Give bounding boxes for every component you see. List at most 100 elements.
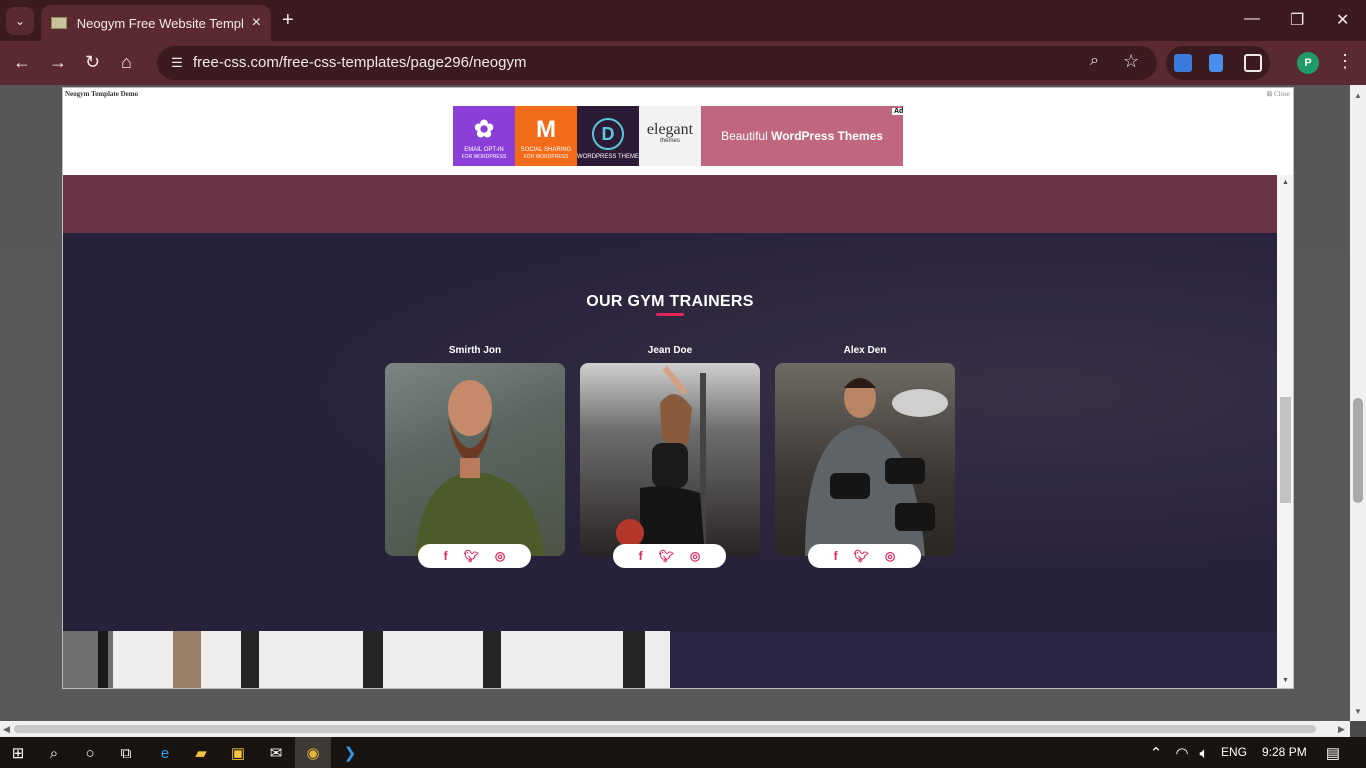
search-icon[interactable]: ⌕ <box>44 743 64 763</box>
ad-tile-divi[interactable]: D WORDPRESS THEME <box>577 106 639 166</box>
restore-icon[interactable]: ❐ <box>1290 10 1304 30</box>
facebook-icon[interactable]: f <box>834 549 838 563</box>
next-section-panel <box>670 631 1277 688</box>
ad-tile-elegant[interactable]: elegant themes <box>639 106 701 166</box>
scroll-up-icon[interactable]: ▲ <box>1282 179 1289 186</box>
ad-banner-text[interactable]: Beautiful WordPress Themes <box>701 106 903 166</box>
page-vertical-scrollbar[interactable]: ▲ ▼ <box>1350 85 1366 721</box>
iframe-scrollbar[interactable]: ▲ ▼ <box>1277 175 1293 688</box>
store-icon[interactable]: ▣ <box>228 743 248 763</box>
active-tab[interactable]: Neogym Free Website Template × <box>41 5 271 41</box>
twitter-icon[interactable]: 🐦︎ <box>854 549 869 563</box>
ad-tile-label: SOCIAL SHARING <box>520 147 572 153</box>
notifications-icon[interactable]: ▤ <box>1323 743 1343 763</box>
page-scroll-thumb[interactable] <box>1353 398 1363 503</box>
file-explorer-icon[interactable]: ▰ <box>191 743 211 763</box>
ad-tile-social-sharing[interactable]: M SOCIAL SHARING FOR WORDPRESS <box>515 106 577 166</box>
new-tab-button[interactable]: + <box>282 9 294 32</box>
hero-bottom-strip <box>63 175 1277 233</box>
page-horizontal-scrollbar[interactable]: ◀ ▶ <box>0 721 1350 737</box>
edge-icon[interactable]: e <box>155 743 175 763</box>
title-underline <box>656 313 684 316</box>
iframe-scroll-thumb[interactable] <box>1280 397 1291 503</box>
page-hscroll-thumb[interactable] <box>14 725 1316 733</box>
trainer-photo <box>580 363 760 556</box>
trainer-name: Smirth Jon <box>448 345 502 356</box>
window-frames-illustration <box>63 631 645 688</box>
twitter-icon[interactable]: 🐦︎ <box>464 549 479 563</box>
close-window-icon[interactable]: ✕ <box>1336 10 1349 30</box>
ad-banner-prefix: Beautiful <box>721 129 768 143</box>
browser-menu-icon[interactable]: ⋮ <box>1336 51 1354 72</box>
task-view-icon[interactable]: ⧉ <box>116 743 136 763</box>
ad-tile-label: EMAIL OPT-IN <box>464 147 504 153</box>
vscode-icon[interactable]: ❯ <box>340 743 360 763</box>
scroll-up-icon[interactable]: ▲ <box>1354 91 1362 100</box>
forward-icon[interactable]: → <box>49 52 67 73</box>
instagram-icon[interactable]: ◎ <box>690 549 700 563</box>
template-iframe: OUR GYM TRAINERS Smirth Jon f 🐦︎ ◎ Jean … <box>63 175 1277 688</box>
site-info-icon[interactable]: ☰ <box>165 51 189 75</box>
mail-icon[interactable]: ✉ <box>266 743 286 763</box>
facebook-icon[interactable]: f <box>444 549 448 563</box>
clock[interactable]: 9:28 PM <box>1262 745 1307 759</box>
docs-extension-icon[interactable] <box>1209 54 1223 72</box>
windows-start-icon[interactable]: ⊞ <box>8 743 28 763</box>
tray-overflow-icon[interactable]: ⌃ <box>1146 743 1166 763</box>
browser-toolbar: ← → ↻ ⌂ ☰ free-css.com/free-css-template… <box>0 41 1366 85</box>
language-indicator[interactable]: ENG <box>1221 745 1247 759</box>
ad-tile-sub: FOR WORDPRESS <box>461 154 507 160</box>
trainer-name: Alex Den <box>843 345 887 356</box>
next-section-image <box>63 631 670 688</box>
ad-tile-sub: FOR WORDPRESS <box>523 154 569 160</box>
wifi-icon[interactable]: ◠ <box>1172 743 1192 763</box>
instagram-icon[interactable]: ◎ <box>495 549 505 563</box>
facebook-icon[interactable]: f <box>639 549 643 563</box>
scroll-down-icon[interactable]: ▼ <box>1282 677 1289 684</box>
ad-tile-label: WORDPRESS THEME <box>577 154 639 160</box>
scroll-right-icon[interactable]: ▶ <box>1338 724 1345 735</box>
extensions-group <box>1166 46 1270 80</box>
zoom-icon[interactable]: ⌕ <box>1090 52 1099 70</box>
bearded-man-illustration <box>415 380 545 556</box>
profile-avatar[interactable]: P <box>1297 52 1319 74</box>
elegant-logo-sub: themes <box>660 138 680 144</box>
man-dumbbells-illustration <box>805 378 948 556</box>
demo-bar-title: Neogym Template Demo <box>65 90 139 98</box>
demo-close-link[interactable]: ⊠ Close <box>1266 90 1290 98</box>
scroll-left-icon[interactable]: ◀ <box>3 724 10 735</box>
twitter-icon[interactable]: 🐦︎ <box>659 549 674 563</box>
section-title: OUR GYM TRAINERS <box>586 293 754 310</box>
scroll-down-icon[interactable]: ▼ <box>1354 707 1362 716</box>
tab-strip: ⌄ Neogym Free Website Template × + — ❐ ✕ <box>0 0 1366 41</box>
back-icon[interactable]: ← <box>13 52 31 73</box>
chevron-down-icon: ⌄ <box>14 14 26 28</box>
trainer-name: Jean Doe <box>647 345 693 356</box>
ad-tile-email-optin[interactable]: ✿ EMAIL OPT-IN FOR WORDPRESS <box>453 106 515 166</box>
ad-badge[interactable]: Ad <box>892 108 906 115</box>
home-icon[interactable]: ⌂ <box>121 52 132 73</box>
advertisement-banner[interactable]: ✿ EMAIL OPT-IN FOR WORDPRESS M SOCIAL SH… <box>453 106 903 166</box>
instagram-icon[interactable]: ◎ <box>885 549 895 563</box>
address-bar[interactable]: ☰ free-css.com/free-css-templates/page29… <box>157 46 1157 80</box>
bookmark-star-icon[interactable]: ☆ <box>1123 51 1139 72</box>
cortana-icon[interactable]: ○ <box>80 743 100 763</box>
tab-search-button[interactable]: ⌄ <box>6 7 34 35</box>
woman-training-illustration <box>616 366 706 556</box>
url-text[interactable]: free-css.com/free-css-templates/page296/… <box>193 54 526 71</box>
translate-extension-icon[interactable] <box>1174 54 1192 72</box>
trainer-social-bar: f 🐦︎ ◎ <box>418 544 531 568</box>
trainers-section: OUR GYM TRAINERS Smirth Jon f 🐦︎ ◎ Jean … <box>63 233 1277 631</box>
monarch-logo-icon: M <box>536 116 556 143</box>
minimize-icon[interactable]: — <box>1244 10 1260 28</box>
favicon-icon <box>51 17 67 29</box>
ad-banner-bold: WordPress Themes <box>771 129 883 143</box>
volume-icon[interactable]: 🔈︎ <box>1194 743 1214 763</box>
puzzle-extensions-icon[interactable] <box>1244 54 1262 72</box>
close-tab-icon[interactable]: × <box>252 14 261 32</box>
template-demo-frame: Neogym Template Demo ⊠ Close ✿ EMAIL OPT… <box>62 87 1294 689</box>
demo-close-label: Close <box>1274 90 1290 98</box>
reload-icon[interactable]: ↻ <box>85 52 100 73</box>
trainer-social-bar: f 🐦︎ ◎ <box>808 544 921 568</box>
chrome-icon[interactable]: ◉ <box>303 743 323 763</box>
